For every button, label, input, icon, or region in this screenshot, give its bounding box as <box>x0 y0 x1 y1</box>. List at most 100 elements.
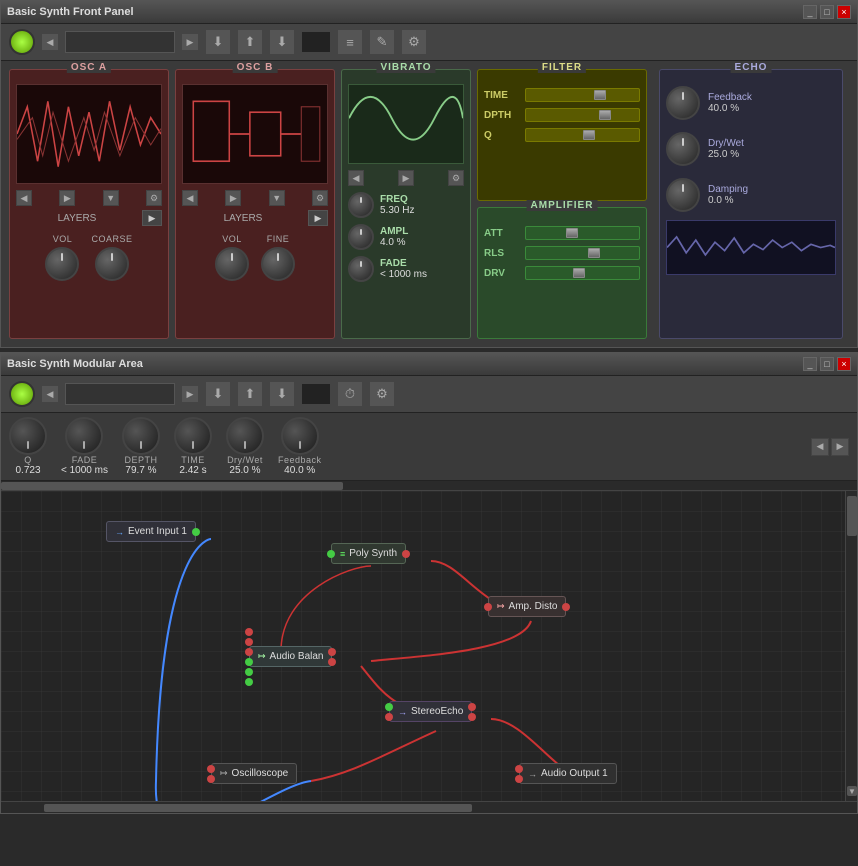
modular-clock-btn[interactable]: ⏱ <box>337 381 363 407</box>
node-stereoecho-in-dot2[interactable] <box>385 713 393 721</box>
node-stereoecho-in-dot[interactable] <box>385 703 393 711</box>
amp-att-label: ATT <box>484 228 519 239</box>
node-event-input[interactable]: → Event Input 1 <box>106 521 196 542</box>
filter-dpth-slider[interactable] <box>525 108 640 122</box>
modular-close-btn[interactable]: × <box>837 357 851 371</box>
node-audio-output[interactable]: → Audio Output 1 <box>519 763 617 784</box>
node-stereoecho[interactable]: → StereoEcho <box>389 701 472 722</box>
front-panel-power-btn[interactable] <box>9 29 35 55</box>
osc-b-fine-knob[interactable] <box>261 247 295 281</box>
front-panel-nav-next[interactable]: ▶ <box>181 33 199 51</box>
osc-a-settings-btn[interactable]: ⚙ <box>146 190 162 206</box>
vibrato-next-btn[interactable]: ▶ <box>398 170 414 186</box>
node-stereoecho-out1[interactable] <box>468 703 476 711</box>
node-audio-balan-in6[interactable] <box>245 678 253 686</box>
node-audio-output-in1[interactable] <box>515 765 523 773</box>
vibrato-fade-knob[interactable] <box>348 256 374 282</box>
node-poly-synth-in-dot[interactable] <box>327 550 335 558</box>
front-panel-export-btn[interactable]: ⬆ <box>237 29 263 55</box>
osc-a-coarse-knob[interactable] <box>95 247 129 281</box>
node-audio-balan-in1[interactable] <box>245 628 253 636</box>
front-panel-import-btn[interactable]: ⬇ <box>205 29 231 55</box>
param-strip-next[interactable]: ▶ <box>831 438 849 456</box>
param-depth-knob[interactable] <box>122 417 160 455</box>
node-audio-output-in2[interactable] <box>515 775 523 783</box>
modular-settings-btn[interactable]: ⚙ <box>369 381 395 407</box>
front-panel-nav-prev[interactable]: ◀ <box>41 33 59 51</box>
echo-drywet-knob[interactable] <box>666 132 700 166</box>
param-drywet-knob[interactable] <box>226 417 264 455</box>
node-amp-disto-out-dot[interactable] <box>562 603 570 611</box>
node-event-input-out-dot[interactable] <box>192 528 200 536</box>
node-amp-disto[interactable]: ↦ Amp. Disto <box>488 596 566 617</box>
osc-a-prev-btn[interactable]: ◀ <box>16 190 32 206</box>
node-amp-disto-icon: ↦ <box>497 601 505 612</box>
modular-import-btn[interactable]: ⬇ <box>205 381 231 407</box>
vibrato-ampl-knob[interactable] <box>348 224 374 250</box>
amp-att-slider[interactable] <box>525 226 640 240</box>
echo-feedback-knob[interactable] <box>666 86 700 120</box>
vibrato-freq-knob[interactable] <box>348 192 374 218</box>
modular-nav-next[interactable]: ▶ <box>181 385 199 403</box>
osc-b-prev-btn[interactable]: ◀ <box>182 190 198 206</box>
front-panel-preset-name[interactable]: Basic Synth <box>65 31 175 53</box>
node-oscilloscope-in2[interactable] <box>207 775 215 783</box>
front-panel-close-btn[interactable]: × <box>837 5 851 19</box>
modular-minimize-btn[interactable]: _ <box>803 357 817 371</box>
modular-export-btn[interactable]: ⬆ <box>237 381 263 407</box>
modular-canvas[interactable]: → Event Input 1 ≡ Poly Synth ↦ <box>1 491 857 801</box>
modular-preset-name[interactable]: Basic Synth <box>65 383 175 405</box>
front-panel-preset-num[interactable]: 0 <box>301 31 331 53</box>
filter-q-slider[interactable] <box>525 128 640 142</box>
modular-hscroll[interactable] <box>1 481 857 491</box>
node-oscilloscope[interactable]: ↦ Oscilloscope <box>211 763 297 784</box>
modular-bottom-hscroll[interactable] <box>1 801 857 813</box>
param-q-knob[interactable] <box>9 417 47 455</box>
vibrato-prev-btn[interactable]: ◀ <box>348 170 364 186</box>
modular-save-btn[interactable]: ⬇ <box>269 381 295 407</box>
vibrato-settings-btn[interactable]: ⚙ <box>448 170 464 186</box>
node-poly-synth-out-dot[interactable] <box>402 550 410 558</box>
node-audio-balan-in3[interactable] <box>245 648 253 656</box>
param-strip-prev[interactable]: ◀ <box>811 438 829 456</box>
node-audio-balan-in4[interactable] <box>245 658 253 666</box>
osc-a-layers-btn[interactable]: ▶ <box>142 210 162 226</box>
front-panel-settings-btn[interactable]: ⚙ <box>401 29 427 55</box>
osc-b-down-btn[interactable]: ▼ <box>269 190 285 206</box>
node-audio-balan-out1[interactable] <box>328 648 336 656</box>
osc-a-down-btn[interactable]: ▼ <box>103 190 119 206</box>
front-panel-midi-btn[interactable]: ≡ <box>337 29 363 55</box>
node-poly-synth-icon: ≡ <box>340 549 345 559</box>
osc-a-next-btn[interactable]: ▶ <box>59 190 75 206</box>
osc-b-vol-knob[interactable] <box>215 247 249 281</box>
osc-b-settings-btn[interactable]: ⚙ <box>312 190 328 206</box>
modular-restore-btn[interactable]: □ <box>820 357 834 371</box>
amp-drv-slider[interactable] <box>525 266 640 280</box>
node-audio-balan-in5[interactable] <box>245 668 253 676</box>
osc-a-vol-knob[interactable] <box>45 247 79 281</box>
echo-damping-knob[interactable] <box>666 178 700 212</box>
front-panel-restore-btn[interactable]: □ <box>820 5 834 19</box>
modular-vscroll[interactable]: ▼ <box>845 491 857 801</box>
node-oscilloscope-in1[interactable] <box>207 765 215 773</box>
param-time-group: TIME 2.42 s <box>174 417 212 476</box>
param-fade-knob[interactable] <box>65 417 103 455</box>
modular-preset-num[interactable]: 0 <box>301 383 331 405</box>
osc-b-next-btn[interactable]: ▶ <box>225 190 241 206</box>
modular-nav-prev[interactable]: ◀ <box>41 385 59 403</box>
front-panel-save-btn[interactable]: ⬇ <box>269 29 295 55</box>
filter-time-slider[interactable] <box>525 88 640 102</box>
node-poly-synth[interactable]: ≡ Poly Synth <box>331 543 406 564</box>
osc-b-layers-btn[interactable]: ▶ <box>308 210 328 226</box>
node-audio-balan-in2[interactable] <box>245 638 253 646</box>
front-panel-edit-btn[interactable]: ✎ <box>369 29 395 55</box>
node-audio-balan[interactable]: ↦ Audio Balan <box>249 646 332 667</box>
node-amp-disto-in-dot[interactable] <box>484 603 492 611</box>
param-time-knob[interactable] <box>174 417 212 455</box>
node-stereoecho-out2[interactable] <box>468 713 476 721</box>
amp-rls-slider[interactable] <box>525 246 640 260</box>
modular-power-btn[interactable] <box>9 381 35 407</box>
front-panel-minimize-btn[interactable]: _ <box>803 5 817 19</box>
node-audio-balan-out2[interactable] <box>328 658 336 666</box>
param-feedback-knob[interactable] <box>281 417 319 455</box>
